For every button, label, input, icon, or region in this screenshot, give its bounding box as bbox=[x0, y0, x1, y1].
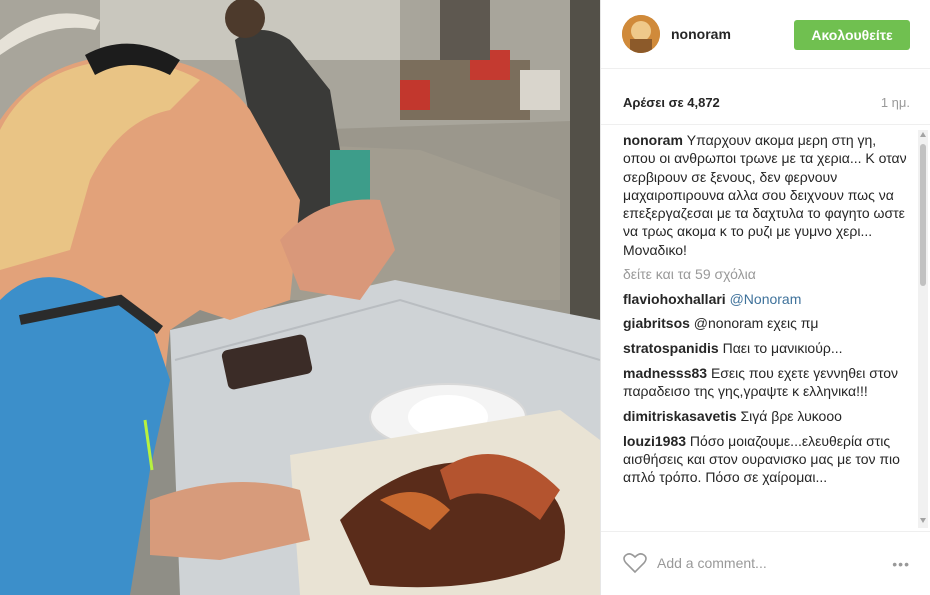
add-comment-input[interactable]: Add a comment... bbox=[657, 555, 767, 571]
heart-icon-shape bbox=[623, 553, 647, 574]
post-header: nonoram Ακολουθείτε bbox=[601, 0, 930, 69]
comment: giabritsos @nonoram εχεις πμ bbox=[623, 314, 910, 332]
comment: dimitriskasavetis Σιγά βρε λυκοοο bbox=[623, 407, 910, 425]
username[interactable]: nonoram bbox=[671, 26, 731, 42]
comment: flaviohoxhallari @Nonoram bbox=[623, 290, 910, 308]
follow-button[interactable]: Ακολουθείτε bbox=[794, 20, 910, 50]
likes-count[interactable]: Αρέσει σε 4,872 bbox=[623, 95, 720, 110]
comment-username[interactable]: dimitriskasavetis bbox=[623, 408, 737, 424]
caption-text: Υπαρχουν ακομα μερη στη γη, οπου οι ανθρ… bbox=[623, 132, 907, 258]
post-sidebar: nonoram Ακολουθείτε Αρέσει σε 4,872 1 ημ… bbox=[600, 0, 930, 595]
comment: stratospanidis Παει το μανικιούρ... bbox=[623, 339, 910, 357]
comment-text[interactable]: @Nonoram bbox=[730, 291, 802, 307]
scrollbar-thumb[interactable] bbox=[920, 144, 926, 286]
view-all-comments-link[interactable]: δείτε και τα 59 σχόλια bbox=[623, 265, 910, 283]
post-photo[interactable] bbox=[0, 0, 600, 595]
comment-text: Σιγά βρε λυκοοο bbox=[740, 407, 842, 424]
caption: nonoram Υπαρχουν ακομα μερη στη γη, οπου… bbox=[623, 131, 910, 259]
comment-username[interactable]: giabritsos bbox=[623, 315, 690, 331]
comment: madnesss83 Εσεις που εχετε γεννηθει στον… bbox=[623, 364, 910, 401]
post-stats: Αρέσει σε 4,872 1 ημ. bbox=[601, 69, 930, 125]
comments-list: nonoram Υπαρχουν ακομα μερη στη γη, οπου… bbox=[623, 131, 910, 531]
heart-icon[interactable] bbox=[623, 552, 647, 579]
scroll-down-icon[interactable] bbox=[920, 518, 926, 523]
comment-footer: Add a comment... ••• bbox=[601, 531, 930, 595]
post-time[interactable]: 1 ημ. bbox=[881, 95, 910, 110]
comment-text: Παει το μανικιούρ... bbox=[722, 340, 843, 357]
photo-illustration bbox=[0, 0, 600, 595]
comment-username[interactable]: louzi1983 bbox=[623, 433, 686, 449]
scroll-up-icon[interactable] bbox=[920, 132, 926, 137]
comment-username[interactable]: flaviohoxhallari bbox=[623, 291, 726, 307]
comment-username[interactable]: stratospanidis bbox=[623, 340, 719, 356]
comment-username[interactable]: madnesss83 bbox=[623, 365, 707, 381]
avatar[interactable] bbox=[622, 15, 660, 53]
comment: louzi1983 Πόσο μοιαζουμε...ελευθερία στι… bbox=[623, 432, 910, 487]
comment-text: @nonoram εχεις πμ bbox=[693, 315, 819, 332]
avatar-image bbox=[622, 15, 660, 53]
more-options-icon[interactable]: ••• bbox=[892, 556, 910, 572]
caption-username[interactable]: nonoram bbox=[623, 132, 683, 148]
